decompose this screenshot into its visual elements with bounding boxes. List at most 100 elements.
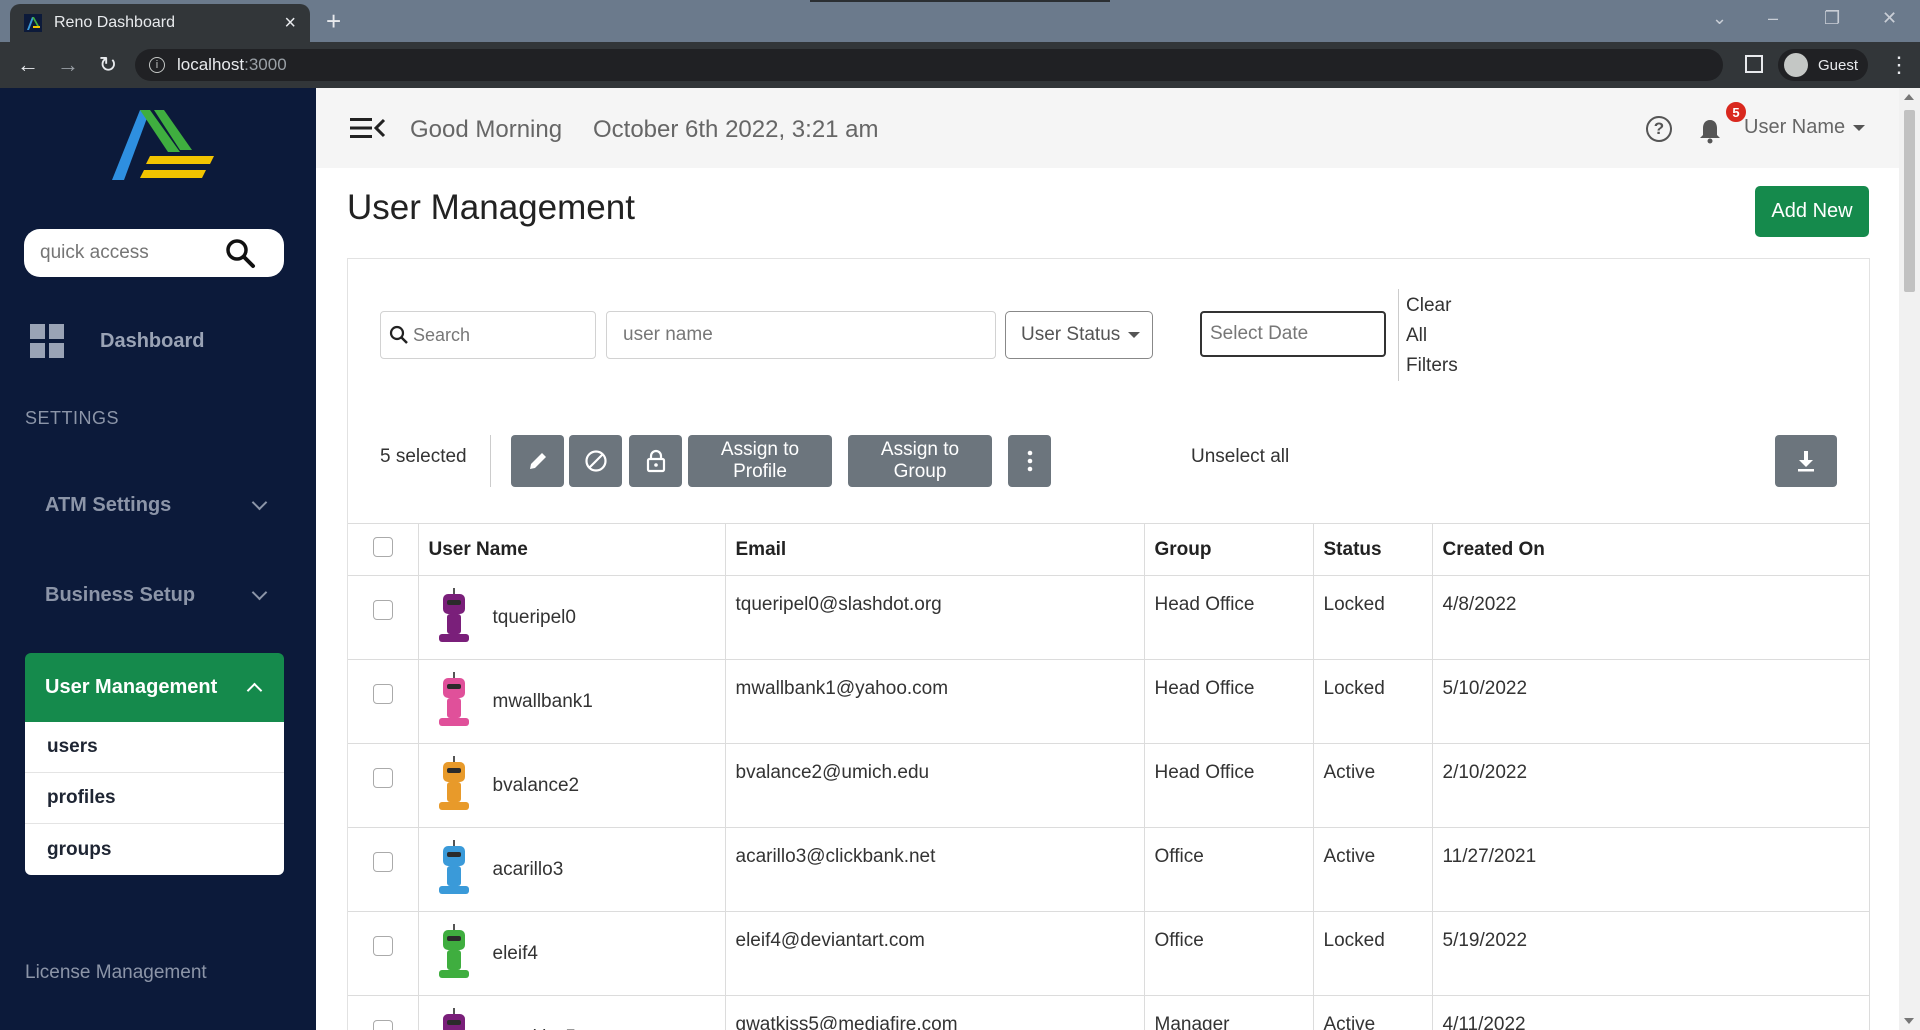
disable-button[interactable] (569, 435, 622, 487)
column-header-group[interactable]: Group (1143, 523, 1314, 576)
table-row[interactable]: gwatkiss5 gwatkiss5@mediafire.com Manage… (348, 995, 1870, 1030)
download-button[interactable] (1775, 435, 1837, 487)
scrollbar-thumb[interactable] (1904, 110, 1915, 292)
group-cell: Office (1143, 827, 1314, 912)
chevron-up-icon (246, 682, 263, 699)
scroll-up-icon[interactable] (1904, 94, 1914, 100)
robot-avatar-icon (438, 924, 469, 978)
user-name[interactable]: tqueripel0 (493, 607, 576, 629)
sidebar: Dashboard SETTINGS ATM Settings Business… (0, 88, 316, 1030)
row-checkbox[interactable] (372, 768, 393, 788)
pencil-icon (529, 453, 546, 469)
table-row[interactable]: eleif4 eleif4@deviantart.com Office Lock… (348, 911, 1870, 996)
row-checkbox[interactable] (372, 600, 393, 620)
profile-button[interactable]: Guest (1778, 49, 1868, 81)
created-on-cell: 11/27/2021 (1431, 827, 1870, 912)
sidebar-item-dashboard[interactable]: Dashboard (30, 324, 204, 358)
sidebar-item-atm-settings[interactable]: ATM Settings (45, 494, 268, 517)
table-row[interactable]: tqueripel0 tqueripel0@slashdot.org Head … (348, 575, 1870, 660)
status-cell: Locked (1312, 911, 1433, 996)
restore-icon[interactable]: ❐ (1824, 8, 1840, 29)
user-name[interactable]: mwallbank1 (493, 691, 593, 713)
select-all-checkbox[interactable] (372, 536, 393, 557)
sidebar-item-license-management[interactable]: License Management (25, 962, 207, 984)
app-logo[interactable] (110, 106, 220, 186)
status-cell: Locked (1312, 659, 1433, 744)
clear-label-line: All (1406, 325, 1428, 346)
scroll-down-icon[interactable] (1904, 1018, 1914, 1024)
search-icon[interactable] (224, 237, 256, 269)
submenu-item-users[interactable]: users (25, 722, 284, 773)
row-checkbox[interactable] (372, 936, 393, 956)
user-name[interactable]: eleif4 (493, 943, 538, 965)
user-wrap: eleif4 (429, 924, 715, 980)
user-name[interactable]: bvalance2 (493, 775, 580, 797)
quick-access-field[interactable] (24, 229, 284, 277)
row-select-cell (348, 995, 419, 1030)
sidebar-item-business-setup[interactable]: Business Setup (45, 584, 268, 607)
submenu-item-groups[interactable]: groups (25, 824, 284, 875)
site-info-icon[interactable]: i (149, 57, 165, 73)
search-placeholder: Search (413, 324, 471, 345)
browser-tab[interactable]: Reno Dashboard × (10, 4, 310, 42)
status-cell: Active (1312, 743, 1433, 828)
date-picker-input[interactable]: Select Date (1200, 311, 1386, 357)
user-wrap: gwatkiss5 (429, 1008, 715, 1030)
submenu-item-profiles[interactable]: profiles (25, 773, 284, 824)
sidebar-item-user-management[interactable]: User Management (25, 653, 284, 722)
table-row[interactable]: bvalance2 bvalance2@umich.edu Head Offic… (348, 743, 1870, 828)
profile-label: Guest (1818, 56, 1859, 74)
new-tab-icon[interactable]: + (326, 6, 341, 37)
group-cell: Head Office (1143, 659, 1314, 744)
column-header-email[interactable]: Email (724, 523, 1145, 576)
side-panel-icon[interactable] (1745, 55, 1763, 73)
help-icon[interactable]: ? (1646, 116, 1672, 142)
user-status-dropdown[interactable]: User Status (1005, 311, 1153, 359)
unselect-all-link[interactable]: Unselect all (1191, 446, 1289, 468)
user-wrap: tqueripel0 (429, 588, 715, 644)
lock-button[interactable] (629, 435, 682, 487)
tab-favicon-icon (24, 14, 42, 32)
user-menu[interactable]: User Name (1744, 116, 1866, 139)
caret-down-icon (1853, 124, 1866, 131)
clear-label-line: Filters (1406, 355, 1458, 376)
minimize-icon[interactable]: – (1768, 8, 1778, 29)
forward-icon[interactable]: → (48, 52, 88, 78)
status-cell: Active (1312, 827, 1433, 912)
column-header-status[interactable]: Status (1312, 523, 1433, 576)
tab-close-icon[interactable]: × (284, 12, 296, 35)
block-icon (584, 450, 607, 472)
window-close-icon[interactable]: ✕ (1882, 8, 1897, 29)
clear-all-filters-link[interactable]: Clear All Filters (1406, 291, 1466, 381)
status-cell: Locked (1312, 575, 1433, 660)
reload-icon[interactable]: ↻ (88, 52, 128, 78)
search-field[interactable]: Search (380, 311, 596, 359)
search-icon (389, 325, 408, 344)
row-checkbox[interactable] (372, 684, 393, 704)
edit-button[interactable] (511, 435, 564, 487)
quick-access-input[interactable] (40, 242, 220, 264)
username-filter-input[interactable]: user name (606, 311, 996, 359)
user-name[interactable]: acarillo3 (493, 859, 564, 881)
assign-to-group-button[interactable]: Assign to Group (848, 435, 992, 487)
robot-avatar-icon (438, 756, 469, 810)
back-icon[interactable]: ← (8, 52, 48, 78)
column-header-created-on[interactable]: Created On (1431, 523, 1870, 576)
assign-to-profile-button[interactable]: Assign to Profile (688, 435, 832, 487)
column-header-user-name[interactable]: User Name (417, 523, 726, 576)
user-menu-label: User Name (1744, 116, 1846, 138)
tab-search-icon[interactable]: ⌄ (1712, 8, 1727, 29)
more-actions-button[interactable] (1008, 435, 1051, 487)
group-cell: Head Office (1143, 575, 1314, 660)
bell-icon[interactable] (1698, 118, 1722, 144)
row-checkbox[interactable] (372, 852, 393, 872)
created-on-cell: 5/10/2022 (1431, 659, 1870, 744)
add-new-button[interactable]: Add New (1755, 186, 1869, 237)
row-checkbox[interactable] (372, 1020, 393, 1030)
menu-collapse-icon[interactable] (350, 116, 386, 140)
browser-menu-icon[interactable]: ⋮ (1888, 52, 1910, 78)
page-scrollbar[interactable] (1899, 88, 1920, 1030)
table-row[interactable]: acarillo3 acarillo3@clickbank.net Office… (348, 827, 1870, 912)
table-row[interactable]: mwallbank1 mwallbank1@yahoo.com Head Off… (348, 659, 1870, 744)
url-field[interactable]: i localhost:3000 (135, 49, 1723, 81)
